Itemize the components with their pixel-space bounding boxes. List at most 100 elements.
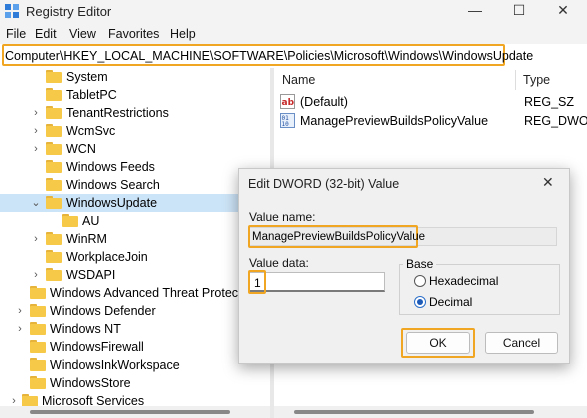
tree-item[interactable]: AU xyxy=(0,212,270,230)
ok-button[interactable]: OK xyxy=(406,332,470,354)
cancel-button[interactable]: Cancel xyxy=(485,332,558,354)
menu-favorites[interactable]: Favorites xyxy=(108,27,159,41)
tree-item[interactable]: › Windows Defender xyxy=(0,302,270,320)
value-data-label: Value data: xyxy=(249,256,309,270)
svg-text:ab: ab xyxy=(282,98,295,108)
edit-dword-dialog: Edit DWORD (32-bit) Value ✕ Value name: … xyxy=(238,168,570,364)
folder-icon xyxy=(30,358,46,371)
tree-item-label: TenantRestrictions xyxy=(66,106,169,120)
tree-item[interactable]: › WinRM xyxy=(0,230,270,248)
tree-item-label: AU xyxy=(82,214,100,228)
chevron-right-icon[interactable]: › xyxy=(30,123,42,139)
value-data-input[interactable] xyxy=(248,272,385,292)
list-horizontal-scrollbar[interactable] xyxy=(274,406,587,418)
folder-icon xyxy=(62,214,78,227)
tree-item-label: WindowsUpdate xyxy=(66,196,158,210)
folder-icon xyxy=(46,142,62,155)
menu-bar: File Edit View Favorites Help xyxy=(0,24,587,44)
svg-text:10: 10 xyxy=(282,121,290,128)
list-item[interactable]: 01 10 ManagePreviewBuildsPolicyValue REG… xyxy=(280,112,587,130)
dword-value-icon: 01 10 xyxy=(280,113,295,128)
chevron-right-icon[interactable]: › xyxy=(30,105,42,121)
tree-item-label: TabletPC xyxy=(66,88,117,102)
tree-item-label: WcmSvc xyxy=(66,124,116,138)
menu-edit[interactable]: Edit xyxy=(35,27,57,41)
base-group xyxy=(399,264,560,315)
tree-item[interactable]: Windows Search xyxy=(0,176,270,194)
minimize-button[interactable]: — xyxy=(453,0,497,22)
tree-item[interactable]: › WcmSvc xyxy=(0,122,270,140)
chevron-right-icon[interactable]: › xyxy=(8,393,20,406)
tree-item[interactable]: › WSDAPI xyxy=(0,266,270,284)
folder-icon xyxy=(46,160,62,173)
decimal-radio[interactable] xyxy=(414,296,426,308)
tree-item[interactable]: › WCN xyxy=(0,140,270,158)
string-value-icon: ab xyxy=(280,94,295,109)
folder-icon xyxy=(22,394,38,406)
value-name: (Default) xyxy=(300,95,348,109)
title-bar: Registry Editor — ☐ ✕ xyxy=(0,0,587,24)
tree-item-label: Microsoft Services xyxy=(42,394,145,406)
value-type: REG_SZ xyxy=(524,95,575,109)
tree-item[interactable]: WindowsFirewall xyxy=(0,338,270,356)
tree-item[interactable]: Windows Advanced Threat Protection xyxy=(0,284,270,302)
tree-item-label: Windows Defender xyxy=(50,304,156,318)
value-name-label: Value name: xyxy=(249,210,316,224)
base-label: Base xyxy=(403,257,437,271)
scrollbar-thumb[interactable] xyxy=(30,410,230,414)
column-header-name[interactable]: Name xyxy=(282,73,315,87)
chevron-right-icon[interactable]: › xyxy=(30,267,42,283)
tree-item-label: WindowsStore xyxy=(50,376,131,390)
chevron-right-icon[interactable]: › xyxy=(30,231,42,247)
decimal-label[interactable]: Decimal xyxy=(429,295,472,309)
tree-item[interactable]: WindowsInkWorkspace xyxy=(0,356,270,374)
tree-horizontal-scrollbar[interactable] xyxy=(0,406,270,418)
tree-item[interactable]: System xyxy=(0,68,270,86)
scrollbar-thumb[interactable] xyxy=(294,410,534,414)
folder-icon xyxy=(46,250,62,263)
list-item[interactable]: ab (Default) REG_SZ xyxy=(280,93,587,111)
chevron-down-icon[interactable]: ⌄ xyxy=(30,195,42,211)
tree-item[interactable]: › Windows NT xyxy=(0,320,270,338)
tree-item[interactable]: › Microsoft Services xyxy=(0,392,270,406)
value-data-highlight: 1 xyxy=(248,270,266,294)
menu-help[interactable]: Help xyxy=(170,27,196,41)
chevron-right-icon[interactable]: › xyxy=(14,303,26,319)
registry-tree[interactable]: System TabletPC › TenantRestrictions › WcmSvc… xyxy=(0,68,270,406)
menu-file[interactable]: File xyxy=(6,27,26,41)
tree-item[interactable]: WindowsStore xyxy=(0,374,270,392)
tree-item-label: WSDAPI xyxy=(66,268,116,282)
value-type: REG_DWORD xyxy=(524,114,587,128)
value-name: ManagePreviewBuildsPolicyValue xyxy=(300,114,489,128)
folder-icon xyxy=(46,124,62,137)
menu-view[interactable]: View xyxy=(69,27,96,41)
chevron-right-icon[interactable]: › xyxy=(14,321,26,337)
column-header-type[interactable]: Type xyxy=(523,73,550,87)
folder-icon xyxy=(46,70,62,83)
tree-item-label: Windows Search xyxy=(66,178,160,192)
tree-item[interactable]: WorkplaceJoin xyxy=(0,248,270,266)
tree-item[interactable]: TabletPC xyxy=(0,86,270,104)
chevron-right-icon[interactable]: › xyxy=(30,141,42,157)
tree-item[interactable]: › TenantRestrictions xyxy=(0,104,270,122)
folder-icon xyxy=(46,178,62,191)
dialog-title: Edit DWORD (32-bit) Value xyxy=(248,177,400,191)
address-bar[interactable]: Computer\HKEY_LOCAL_MACHINE\SOFTWARE\Pol… xyxy=(2,44,533,66)
tree-item-label: Windows NT xyxy=(50,322,121,336)
address-path: Computer\HKEY_LOCAL_MACHINE\SOFTWARE\Pol… xyxy=(5,49,534,63)
dialog-close-button[interactable]: ✕ xyxy=(542,174,554,191)
hexadecimal-radio[interactable] xyxy=(414,275,426,287)
tree-item-label: WCN xyxy=(66,142,96,156)
maximize-button[interactable]: ☐ xyxy=(497,0,541,22)
window-title: Registry Editor xyxy=(26,4,112,19)
folder-icon xyxy=(46,196,62,209)
folder-icon xyxy=(30,304,46,317)
hexadecimal-label[interactable]: Hexadecimal xyxy=(429,274,498,288)
tree-item-label: WindowsFirewall xyxy=(50,340,144,354)
close-button[interactable]: ✕ xyxy=(541,0,585,22)
column-separator[interactable] xyxy=(515,70,516,90)
tree-item[interactable]: ⌄ WindowsUpdate xyxy=(0,194,270,212)
tree-item[interactable]: Windows Feeds xyxy=(0,158,270,176)
value-name-highlight: ManagePreviewBuildsPolicyValue xyxy=(248,225,425,248)
value-data-text: 1 xyxy=(254,276,261,290)
